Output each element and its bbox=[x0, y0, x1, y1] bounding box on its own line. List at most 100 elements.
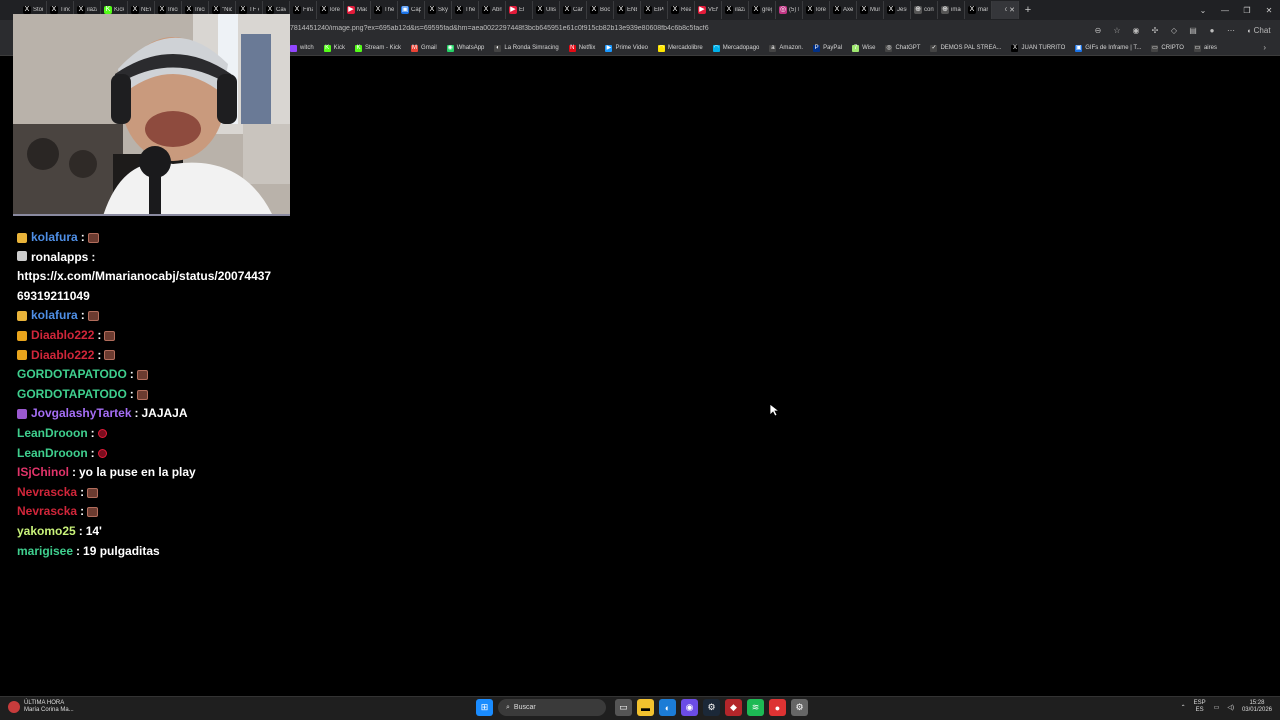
settings-icon[interactable]: ⚙ bbox=[791, 699, 808, 716]
browser-tab[interactable]: XThe V bbox=[371, 1, 398, 19]
chat-username[interactable]: yakomo25 bbox=[17, 522, 76, 542]
browser-tab[interactable]: XENBA bbox=[614, 1, 641, 19]
chat-username[interactable]: Nevrascka bbox=[17, 483, 77, 503]
browser-tab[interactable]: ▶Madi bbox=[344, 1, 371, 19]
steam-icon[interactable]: ⚙ bbox=[703, 699, 720, 716]
browser-tab[interactable]: XReal bbox=[668, 1, 695, 19]
chat-username[interactable]: ISjChinol bbox=[17, 463, 69, 483]
chat-username[interactable]: JovgalashyTartek bbox=[31, 404, 132, 424]
collections-icon[interactable]: ▤ bbox=[1185, 26, 1201, 35]
streaming-app-icon[interactable]: ● bbox=[769, 699, 786, 716]
browser-tab[interactable]: XSkysl bbox=[425, 1, 452, 19]
browser-tab[interactable]: XUlise bbox=[533, 1, 560, 19]
browser-tab[interactable]: c✕ bbox=[992, 1, 1019, 19]
bookmark-item[interactable]: M Gmail bbox=[411, 44, 437, 52]
bookmark-item[interactable]: ◠ Mercadopago bbox=[712, 44, 759, 52]
browser-tab[interactable]: XAbrie bbox=[479, 1, 506, 19]
bookmark-item[interactable]: ▭ CRIPTO bbox=[1151, 44, 1184, 52]
browser-tab[interactable]: XThe V bbox=[452, 1, 479, 19]
bookmark-item[interactable]: ▭ aires bbox=[1193, 44, 1217, 52]
file-explorer-icon[interactable]: ▬ bbox=[637, 699, 654, 716]
network-icon[interactable]: ▭ bbox=[1214, 704, 1220, 711]
language-indicator[interactable]: ESP ES bbox=[1194, 700, 1206, 714]
bookmark-item[interactable]: K Stream - Kick bbox=[355, 44, 401, 52]
chat-message-text[interactable]: https://x.com/Mmarianocabj/status/200744… bbox=[17, 267, 277, 306]
zoom-icon[interactable]: ⊖ bbox=[1090, 26, 1106, 35]
browser-tab[interactable]: XMuni bbox=[857, 1, 884, 19]
bookmark-item[interactable]: ◉ WhatsApp bbox=[446, 44, 484, 52]
browser-tab[interactable]: ▶VENE bbox=[695, 1, 722, 19]
bookmarks-more-icon[interactable]: › bbox=[1263, 43, 1266, 52]
discord-icon[interactable]: ◉ bbox=[681, 699, 698, 716]
browser-tab[interactable]: ▣Capt bbox=[398, 1, 425, 19]
tray-chevron-icon[interactable]: ⌃ bbox=[1181, 704, 1186, 711]
chat-username[interactable]: Nevrascka bbox=[17, 502, 77, 522]
bookmark-item[interactable]: K Kick bbox=[323, 44, 345, 52]
menu-dots-icon[interactable]: ⋯ bbox=[1223, 26, 1239, 35]
tab-search-icon[interactable]: ⌄ bbox=[1192, 6, 1214, 15]
bookmark-item[interactable]: a Amazon. bbox=[769, 44, 803, 52]
volume-icon[interactable]: ◁) bbox=[1227, 704, 1234, 711]
bookmark-item[interactable]: ✓ DEMOS PAL STREA... bbox=[930, 44, 1001, 52]
browser-tab[interactable]: Xilázar bbox=[722, 1, 749, 19]
favorite-star-icon[interactable]: ☆ bbox=[1109, 26, 1125, 35]
chat-username[interactable]: LeanDrooon bbox=[17, 424, 88, 444]
puzzle-icon[interactable]: ✣ bbox=[1147, 26, 1163, 35]
browser-tab[interactable]: XElPul bbox=[641, 1, 668, 19]
new-tab-icon[interactable]: + bbox=[1019, 4, 1037, 16]
bookmark-item[interactable]: witch bbox=[290, 44, 314, 52]
chat-button[interactable]: ◐ Chat bbox=[1242, 26, 1276, 35]
chat-username[interactable]: marigisee bbox=[17, 542, 73, 562]
chat-username[interactable]: ronalapps bbox=[31, 250, 88, 264]
browser-tab[interactable]: Xgreg bbox=[749, 1, 776, 19]
bookmark-item[interactable]: N Netflix bbox=[568, 44, 595, 52]
bookmark-favicon-icon: X bbox=[1011, 44, 1019, 52]
minimize-icon[interactable]: — bbox=[1214, 6, 1236, 15]
bookmark-item[interactable]: ◐ La Ronda Simracing bbox=[494, 44, 559, 52]
bookmark-item[interactable]: 7 Wise bbox=[852, 44, 875, 52]
browser-tab[interactable]: ⊕conti bbox=[911, 1, 938, 19]
browser-tab[interactable]: Xlorem bbox=[317, 1, 344, 19]
spotify-icon[interactable]: ≋ bbox=[747, 699, 764, 716]
browser-tab[interactable]: Xlorem bbox=[803, 1, 830, 19]
browser-tab[interactable]: XCanc bbox=[560, 1, 587, 19]
chat-username[interactable]: GORDOTAPATODO bbox=[17, 385, 127, 405]
chat-username[interactable]: Diaablo222 bbox=[31, 326, 94, 346]
news-widget[interactable]: ÚLTIMA HORA María Corina Ma... bbox=[8, 700, 74, 714]
url-field[interactable]: 7814451240/image.png?ex=695ab12d&is=6959… bbox=[290, 25, 1090, 32]
tab-favicon-icon: X bbox=[752, 6, 760, 14]
chat-message: yakomo25:14' bbox=[17, 522, 277, 542]
browser-tab[interactable]: Xmari bbox=[965, 1, 992, 19]
bookmark-item[interactable]: ▶ Prime Video bbox=[605, 44, 648, 52]
restore-icon[interactable]: ❐ bbox=[1236, 6, 1258, 15]
start-icon[interactable]: ⊞ bbox=[476, 699, 493, 716]
browser-tab[interactable]: ⊕imag bbox=[938, 1, 965, 19]
taskbar-search[interactable]: ⌕ Buscar bbox=[498, 699, 606, 716]
browser-tab[interactable]: XJesú bbox=[884, 1, 911, 19]
close-tab-icon[interactable]: ✕ bbox=[1009, 6, 1015, 14]
browser-tab[interactable]: ◎(5) In bbox=[776, 1, 803, 19]
chat-username[interactable]: kolafura bbox=[31, 228, 78, 248]
browser-tab[interactable]: XBoca bbox=[587, 1, 614, 19]
bookmark-item[interactable]: P PayPal bbox=[813, 44, 842, 52]
chat-message: ronalapps: https://x.com/Mmarianocabj/sta… bbox=[17, 248, 277, 307]
task-view-icon[interactable]: ▭ bbox=[615, 699, 632, 716]
profile-avatar-icon[interactable]: ● bbox=[1204, 26, 1220, 35]
bookmark-item[interactable]: ◠ Mercadolibre bbox=[658, 44, 703, 52]
browser-tab[interactable]: XFinan bbox=[290, 1, 317, 19]
bookmark-item[interactable]: X JUAN TURRITO bbox=[1011, 44, 1065, 52]
chat-username[interactable]: LeanDrooon bbox=[17, 444, 88, 464]
shield-icon[interactable]: ◇ bbox=[1166, 26, 1182, 35]
edge-browser-icon[interactable]: ◐ bbox=[659, 699, 676, 716]
chat-username[interactable]: Diaablo222 bbox=[31, 346, 94, 366]
extensions-icon[interactable]: ◉ bbox=[1128, 26, 1144, 35]
browser-tab[interactable]: XAxel bbox=[830, 1, 857, 19]
obs-app-icon[interactable]: ◆ bbox=[725, 699, 742, 716]
chat-username[interactable]: GORDOTAPATODO bbox=[17, 365, 127, 385]
bookmark-item[interactable]: ▣ GIFs de Inframe | T... bbox=[1075, 44, 1141, 52]
browser-tab[interactable]: ▶ El bbox=[506, 1, 533, 19]
close-window-icon[interactable]: ✕ bbox=[1258, 6, 1280, 15]
chat-username[interactable]: kolafura bbox=[31, 306, 78, 326]
clock[interactable]: 15:28 03/01/2026 bbox=[1242, 700, 1272, 714]
bookmark-item[interactable]: ◎ ChatGPT bbox=[885, 44, 920, 52]
